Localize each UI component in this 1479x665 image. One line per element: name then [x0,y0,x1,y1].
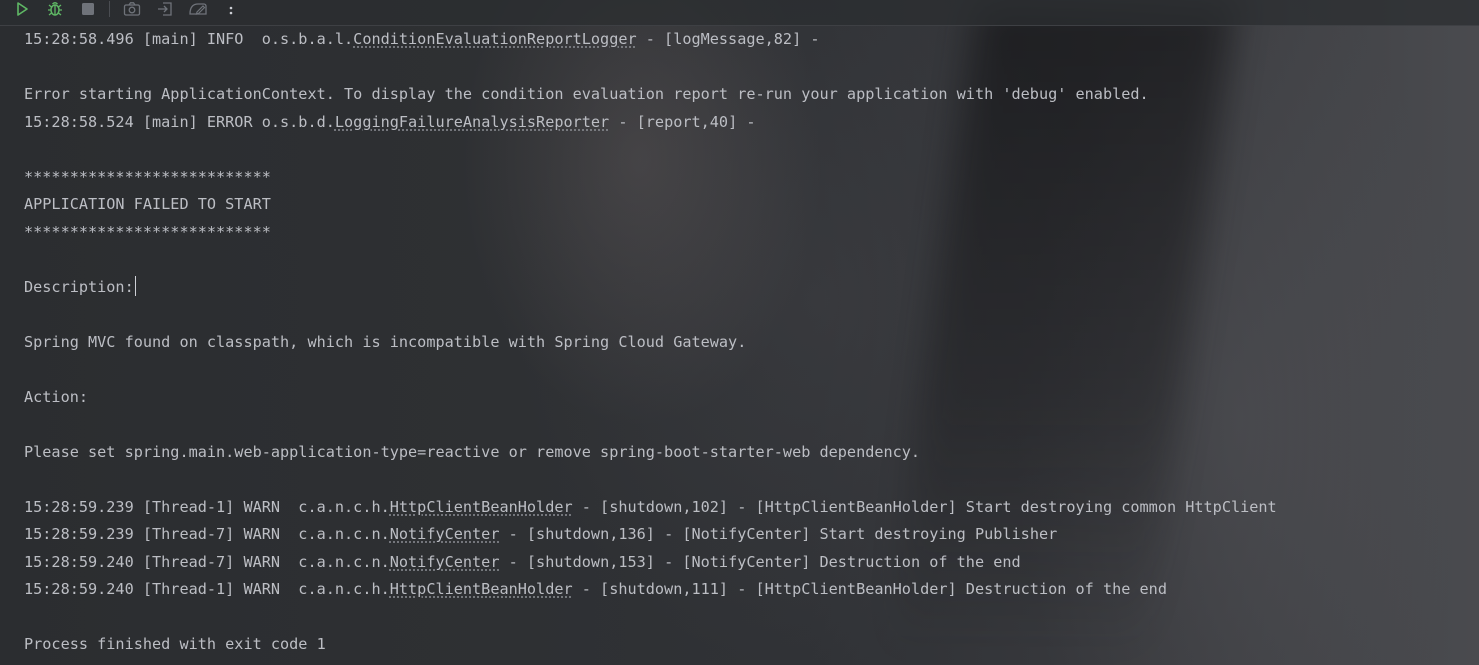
log-text: *************************** [24,167,271,186]
console-line: 15:28:59.240 [Thread-7] WARN c.a.n.c.n.N… [24,549,1469,577]
console-output[interactable]: 15:28:58.496 [main] INFO o.s.b.a.l.Condi… [24,26,1469,659]
class-link[interactable]: HttpClientBeanHolder [390,498,573,516]
class-link[interactable]: LoggingFailureAnalysisReporter [335,113,609,131]
edit-config-icon [189,2,207,15]
log-text: 15:28:59.239 [Thread-7] WARN c.a.n.c.n. [24,525,390,543]
log-text: 15:28:58.496 [main] INFO o.s.b.a.l. [24,30,354,48]
log-text: 15:28:59.240 [Thread-7] WARN c.a.n.c.n. [24,552,390,571]
run-icon [17,1,28,16]
console-line: *************************** [24,164,1469,192]
log-text: Spring MVC found on classpath, which is … [24,332,747,351]
run-toolbar [0,0,1479,26]
console-line: Error starting ApplicationContext. To di… [24,81,1469,109]
console-line: Spring MVC found on classpath, which is … [24,329,1469,357]
debug-button[interactable] [44,0,66,18]
console-line: 15:28:59.239 [Thread-7] WARN c.a.n.c.n.N… [24,521,1469,549]
console-line: 15:28:58.524 [main] ERROR o.s.b.d.Loggin… [24,109,1469,137]
class-link[interactable]: ConditionEvaluationReportLogger [353,30,636,48]
log-text: 15:28:58.524 [main] ERROR o.s.b.d. [24,112,335,131]
log-text: - [shutdown,111] - [HttpClientBeanHolder… [572,580,1167,598]
console-line: Description: [24,274,1469,302]
stop-button[interactable] [77,0,99,18]
log-text: 15:28:59.239 [Thread-1] WARN c.a.n.c.h. [24,497,390,516]
restore-layout-button[interactable] [154,0,176,18]
camera-icon [123,1,141,16]
edit-config-button[interactable] [187,0,209,18]
screenshot-button[interactable] [121,0,143,18]
log-text: - [shutdown,102] - [HttpClientBeanHolder… [572,497,1277,516]
toolbar-separator [109,0,110,17]
console-line: *************************** [24,219,1469,247]
run-button[interactable] [11,0,33,18]
console-line: Process finished with exit code 1 [24,631,1469,659]
class-link[interactable]: NotifyCenter [390,553,500,571]
log-text: - [logMessage,82] - [636,30,820,48]
console-line: APPLICATION FAILED TO START [24,191,1469,219]
log-text: Process finished with exit code 1 [24,635,326,653]
log-text: - [shutdown,136] - [NotifyCenter] Start … [499,525,1058,543]
run-console-window: 15:28:58.496 [main] INFO o.s.b.a.l.Condi… [0,0,1479,665]
log-text: *************************** [24,222,271,241]
log-text: 15:28:59.240 [Thread-1] WARN c.a.n.c.h. [24,580,390,598]
stop-icon [82,2,94,15]
log-text: Error starting ApplicationContext. To di… [24,85,1149,103]
class-link[interactable]: NotifyCenter [390,525,500,543]
debug-icon [48,1,62,16]
console-line: Action: [24,384,1469,412]
console-line: 15:28:59.239 [Thread-1] WARN c.a.n.c.h.H… [24,494,1469,522]
restore-layout-icon [158,1,172,16]
log-text: APPLICATION FAILED TO START [24,195,271,213]
log-text: Action: [24,387,89,406]
text-cursor [134,275,137,296]
log-text: - [report,40] - [609,112,756,131]
console-line: 15:28:59.240 [Thread-1] WARN c.a.n.c.h.H… [24,576,1469,604]
more-options-icon [229,6,233,14]
log-text: Description: [24,277,134,296]
console-line: 15:28:58.496 [main] INFO o.s.b.a.l.Condi… [24,26,1469,54]
log-text: - [shutdown,153] - [NotifyCenter] Destru… [499,552,1021,571]
console-line: Please set spring.main.web-application-t… [24,439,1469,467]
more-options-button[interactable] [220,0,242,18]
class-link[interactable]: HttpClientBeanHolder [390,580,573,598]
log-text: Please set spring.main.web-application-t… [24,442,921,461]
